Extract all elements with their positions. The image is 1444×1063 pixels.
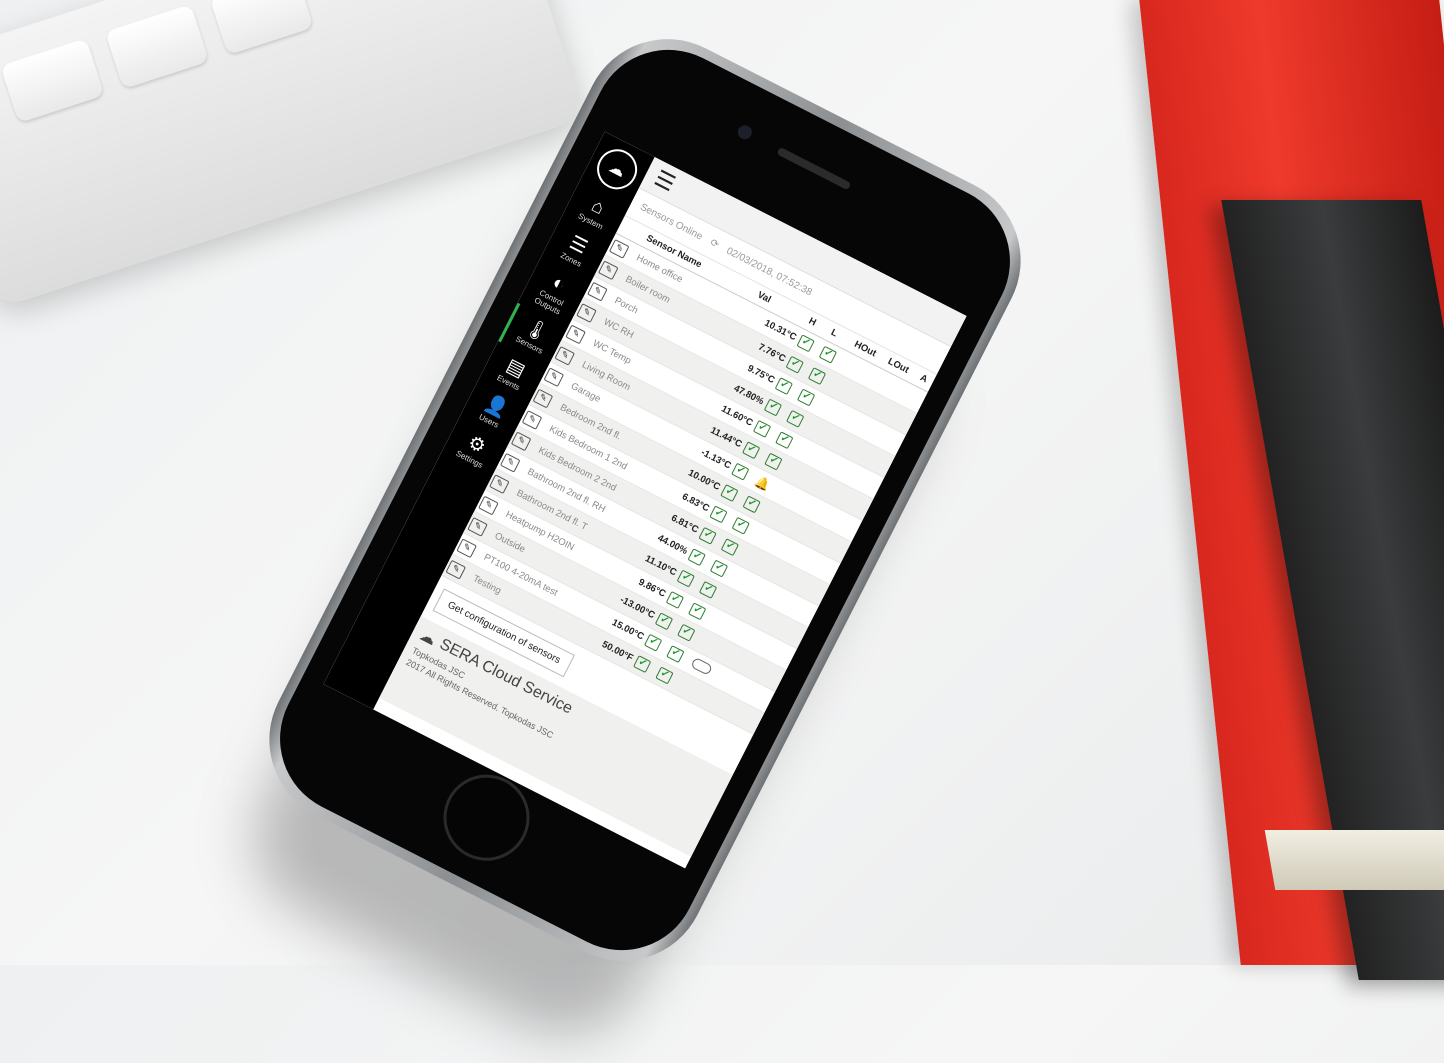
alarm-bell-icon: 🔔 <box>752 473 773 493</box>
check-icon: ✓ <box>796 334 815 353</box>
check-icon: ✓ <box>774 377 793 396</box>
edit-icon[interactable]: ✎ <box>543 366 565 387</box>
edit-icon[interactable]: ✎ <box>576 302 598 323</box>
check-icon: ✓ <box>654 612 674 631</box>
edit-icon[interactable]: ✎ <box>609 238 630 259</box>
check-icon: ✓ <box>676 623 696 642</box>
check-icon: ✓ <box>741 441 761 460</box>
keyboard-key <box>0 38 105 124</box>
check-icon: ✓ <box>785 409 805 428</box>
check-icon: ✓ <box>687 548 706 567</box>
edit-icon[interactable]: ✎ <box>478 495 499 515</box>
edit-icon[interactable]: ✎ <box>467 516 489 537</box>
keyboard <box>0 0 585 310</box>
edit-icon[interactable]: ✎ <box>565 324 587 344</box>
check-icon: ✓ <box>676 569 695 588</box>
check-icon: ✓ <box>632 655 652 674</box>
check-icon: ✓ <box>720 538 739 557</box>
book-pages <box>1264 830 1444 890</box>
edit-icon[interactable]: ✎ <box>521 409 543 430</box>
earpiece-speaker <box>776 146 852 191</box>
edit-icon[interactable]: ✎ <box>489 473 510 494</box>
check-icon: ✓ <box>796 388 816 407</box>
hamburger-menu-icon[interactable]: ☰ <box>650 165 680 197</box>
check-icon: ✓ <box>763 398 783 417</box>
check-icon: ✓ <box>709 559 728 578</box>
check-icon: ✓ <box>764 452 783 471</box>
check-icon: ✓ <box>709 505 728 524</box>
check-icon: ✓ <box>730 462 750 481</box>
check-icon: ✓ <box>731 516 750 535</box>
check-icon: ✓ <box>698 580 718 599</box>
keyboard-key <box>209 0 314 56</box>
edit-icon[interactable]: ✎ <box>511 431 532 451</box>
check-icon: ✓ <box>698 526 717 545</box>
front-camera <box>735 122 755 142</box>
refresh-icon[interactable]: ⟳ <box>708 237 720 251</box>
check-icon: ✓ <box>752 419 772 438</box>
edit-icon[interactable]: ✎ <box>598 259 619 280</box>
check-icon: ✓ <box>666 645 685 663</box>
phone-screen: ☁ ⌂ System ☰ Zones ◐ Control Outputs 🌡 Sensors ▤… <box>323 131 967 869</box>
toggle-icon[interactable] <box>690 656 714 676</box>
edit-icon[interactable]: ✎ <box>532 388 554 409</box>
edit-icon[interactable]: ✎ <box>500 452 521 473</box>
edit-icon[interactable]: ✎ <box>554 345 576 366</box>
check-icon: ✓ <box>785 355 804 374</box>
check-icon: ✓ <box>807 367 827 385</box>
check-icon: ✓ <box>720 484 739 502</box>
check-icon: ✓ <box>655 666 674 685</box>
cloud-icon: ☁ <box>416 626 439 650</box>
check-icon: ✓ <box>774 431 794 450</box>
edit-icon[interactable]: ✎ <box>587 281 608 302</box>
check-icon: ✓ <box>742 495 761 514</box>
check-icon: ✓ <box>818 345 837 364</box>
edit-icon[interactable]: ✎ <box>445 559 467 580</box>
check-icon: ✓ <box>643 633 663 652</box>
check-icon: ✓ <box>687 602 707 621</box>
check-icon: ✓ <box>665 590 684 609</box>
edit-icon[interactable]: ✎ <box>456 537 478 558</box>
keyboard-key <box>104 4 210 90</box>
